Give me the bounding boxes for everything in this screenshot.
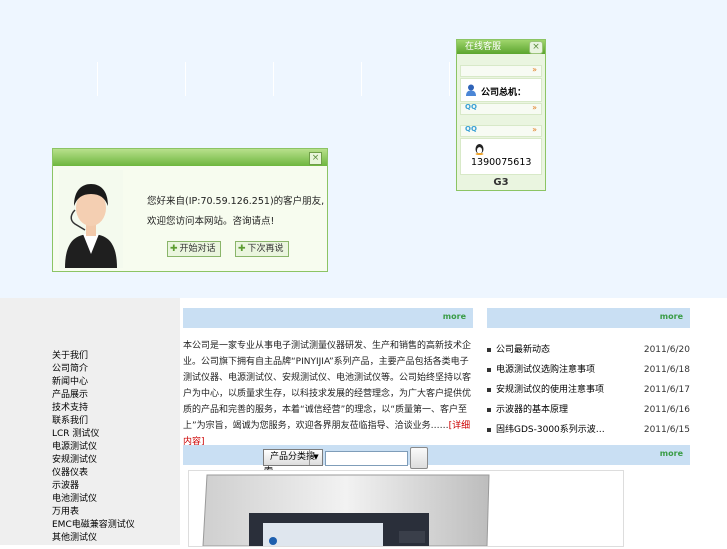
service-contact-name: 公司总机：: [481, 88, 527, 98]
start-chat-button[interactable]: ✚ 开始对话: [167, 241, 221, 257]
bullet-icon: [487, 428, 491, 432]
chevron-down-icon: »: [532, 65, 537, 74]
bullet-icon: [487, 408, 491, 412]
popup-header: ×: [53, 149, 327, 166]
news-more-link[interactable]: more: [660, 312, 683, 321]
service-footer: G3: [493, 177, 509, 188]
news-date: 2011/6/16: [643, 405, 690, 415]
later-label: 下次再说: [247, 244, 284, 254]
left-nav-list: 关于我们 公司简介 新闻中心 产品展示 技术支持 联系我们 LCR 测试仪 电源…: [52, 350, 172, 545]
news-date: 2011/6/20: [643, 345, 690, 355]
left-nav-item[interactable]: 产品展示: [52, 389, 172, 402]
search-button[interactable]: [410, 447, 428, 469]
left-nav-item[interactable]: 安规测试仪: [52, 454, 172, 467]
chevron-down-icon: »: [532, 103, 537, 112]
news-list: 公司最新动态 2011/6/20 电源测试仪选购注意事项 2011/6/18 安…: [487, 340, 690, 440]
chat-icon: ✚: [170, 244, 178, 254]
agent-avatar: [59, 170, 123, 268]
left-nav-item[interactable]: 示波器: [52, 480, 172, 493]
nav-separator: [185, 62, 186, 96]
qq-icon: QQ: [465, 103, 477, 111]
qq-icon: QQ: [465, 125, 477, 133]
penguin-icon: [475, 144, 484, 155]
left-nav-item[interactable]: 万用表: [52, 506, 172, 519]
news-title: 电源测试仪选购注意事项: [496, 365, 596, 375]
online-service-panel: 在线客服 × » 公司总机： QQ » QQ » 1390075613 G3: [456, 39, 546, 191]
chat-invite-popup: × 您好来自(IP:70.59.126.251)的客户朋友, 欢迎您访问本网站。…: [52, 148, 328, 272]
nav-separator: [273, 62, 274, 96]
popup-welcome: 欢迎您访问本网站。咨询请点!: [147, 216, 275, 227]
news-title: 安规测试仪的使用注意事项: [496, 385, 605, 395]
news-item[interactable]: 示波器的基本原理 2011/6/16: [487, 400, 690, 420]
chevron-down-icon: »: [532, 125, 537, 134]
user-icon: [466, 84, 476, 96]
left-nav-item[interactable]: 技术支持: [52, 402, 172, 415]
news-date: 2011/6/18: [643, 365, 690, 375]
product-image-frame[interactable]: [188, 470, 624, 547]
product-image: [202, 474, 490, 547]
start-chat-label: 开始对话: [179, 244, 216, 254]
news-item[interactable]: 电源测试仪选购注意事项 2011/6/18: [487, 360, 690, 380]
nav-separator: [361, 62, 362, 96]
bullet-icon: [487, 348, 491, 352]
about-text-block: 本公司是一家专业从事电子测试测量仪器研发、生产和销售的高新技术企业。公司旗下拥有…: [183, 338, 475, 450]
left-nav-item[interactable]: 其他测试仪: [52, 532, 172, 545]
news-item[interactable]: 公司最新动态 2011/6/20: [487, 340, 690, 360]
bullet-icon: [487, 388, 491, 392]
left-nav-item[interactable]: 新闻中心: [52, 376, 172, 389]
service-phone: 1390075613: [471, 157, 532, 168]
left-nav-item[interactable]: LCR 测试仪: [52, 428, 172, 441]
news-title: 公司最新动态: [496, 345, 551, 355]
service-row[interactable]: »: [460, 65, 542, 77]
about-header-bar: more: [183, 308, 473, 328]
about-text: 本公司是一家专业从事电子测试测量仪器研发、生产和销售的高新技术企业。公司旗下拥有…: [183, 341, 472, 431]
bullet-icon: [487, 368, 491, 372]
left-nav-item[interactable]: 电池测试仪: [52, 493, 172, 506]
service-row-qq[interactable]: QQ »: [460, 103, 542, 115]
news-item[interactable]: 固纬GDS-3000系列示波… 2011/6/15: [487, 420, 690, 440]
service-contact-card[interactable]: 公司总机：: [460, 78, 542, 102]
products-more-link[interactable]: more: [660, 449, 683, 458]
service-row-qq[interactable]: QQ »: [460, 125, 542, 137]
left-nav-item[interactable]: 公司简介: [52, 363, 172, 376]
news-title: 固纬GDS-3000系列示波…: [496, 425, 605, 435]
news-header-bar: more: [487, 308, 690, 328]
service-panel-header: 在线客服 ×: [457, 40, 545, 54]
products-header-bar: more: [183, 445, 690, 465]
later-button[interactable]: ✚ 下次再说: [235, 241, 289, 257]
search-input[interactable]: [325, 451, 408, 466]
left-nav-item[interactable]: EMC电磁兼容测试仪: [52, 519, 172, 532]
chat-icon: ✚: [238, 244, 246, 254]
left-nav-item[interactable]: 联系我们: [52, 415, 172, 428]
popup-greeting: 您好来自(IP:70.59.126.251)的客户朋友,: [147, 196, 325, 207]
news-item[interactable]: 安规测试仪的使用注意事项 2011/6/17: [487, 380, 690, 400]
category-select[interactable]: 产品分类搜索 ▼: [263, 449, 323, 477]
left-nav-item[interactable]: 仪器仪表: [52, 467, 172, 480]
chevron-down-icon: ▼: [309, 450, 322, 465]
nav-separator: [97, 62, 98, 96]
service-panel-title: 在线客服: [465, 42, 502, 52]
service-qq-card[interactable]: 1390075613: [460, 138, 542, 175]
left-nav-item[interactable]: 关于我们: [52, 350, 172, 363]
news-title: 示波器的基本原理: [496, 405, 569, 415]
about-more-link[interactable]: more: [443, 312, 466, 321]
news-date: 2011/6/15: [643, 425, 690, 435]
news-date: 2011/6/17: [643, 385, 690, 395]
service-panel-close-icon[interactable]: ×: [529, 41, 543, 54]
left-nav-item[interactable]: 电源测试仪: [52, 441, 172, 454]
popup-close-icon[interactable]: ×: [309, 152, 322, 165]
nav-separator: [449, 62, 450, 96]
